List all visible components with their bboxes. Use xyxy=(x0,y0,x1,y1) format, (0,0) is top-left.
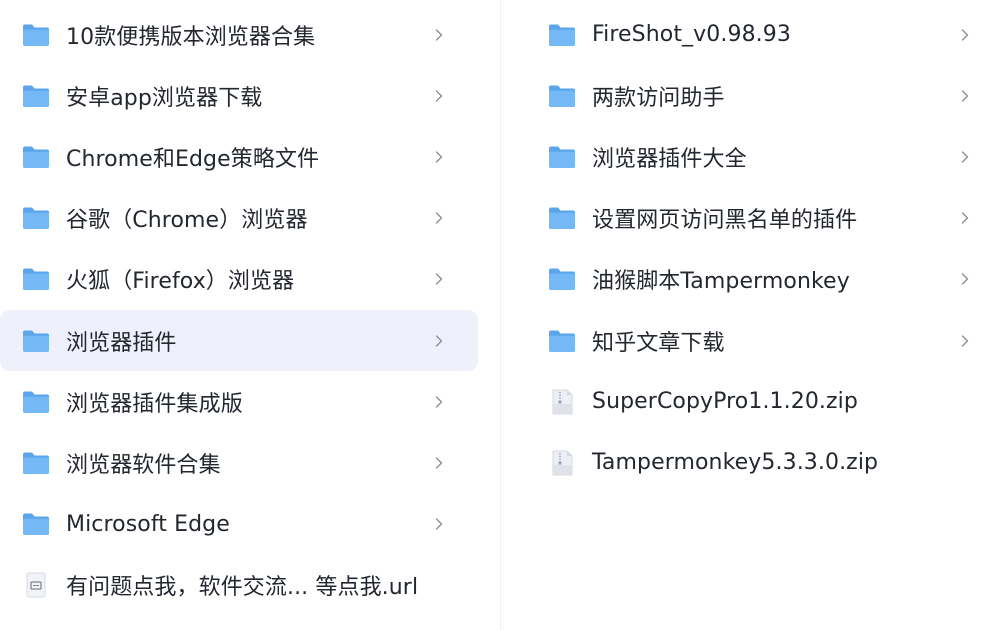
zip-file-icon xyxy=(547,448,577,478)
chevron-right-icon[interactable] xyxy=(433,88,445,104)
item-label: 设置网页访问黑名单的插件 xyxy=(592,208,858,234)
folder-row[interactable]: 浏览器插件集成版 xyxy=(0,371,478,432)
item-label: 谷歌（Chrome）浏览器 xyxy=(66,208,308,234)
chevron-right-icon[interactable] xyxy=(433,271,445,287)
chevron-right-icon[interactable] xyxy=(433,210,445,226)
column-divider xyxy=(500,0,501,630)
folder-icon xyxy=(21,387,51,417)
item-label: 有问题点我，软件交流... 等点我.url xyxy=(66,575,419,601)
folder-icon xyxy=(21,142,51,172)
folder-icon xyxy=(547,20,577,50)
folder-row[interactable]: 知乎文章下载 xyxy=(525,310,991,371)
item-label: 10款便携版本浏览器合集 xyxy=(66,24,316,50)
folder-icon xyxy=(547,203,577,233)
chevron-right-icon[interactable] xyxy=(433,149,445,165)
url-file-icon xyxy=(21,570,51,600)
folder-row[interactable]: 10款便携版本浏览器合集 xyxy=(0,4,478,65)
folder-row[interactable]: 安卓app浏览器下载 xyxy=(0,65,478,126)
chevron-right-icon[interactable] xyxy=(959,88,971,104)
file-row[interactable]: 有问题点我，软件交流... 等点我.url xyxy=(0,555,478,616)
chevron-right-icon[interactable] xyxy=(959,149,971,165)
folder-icon xyxy=(21,509,51,539)
chevron-right-icon[interactable] xyxy=(433,455,445,471)
folder-row[interactable]: 谷歌（Chrome）浏览器 xyxy=(0,188,478,249)
item-label: Microsoft Edge xyxy=(66,511,230,537)
chevron-right-icon[interactable] xyxy=(959,333,971,349)
item-label: 浏览器插件集成版 xyxy=(66,391,243,417)
chevron-right-icon[interactable] xyxy=(959,210,971,226)
folder-row[interactable]: 浏览器软件合集 xyxy=(0,432,478,493)
chevron-right-icon[interactable] xyxy=(433,27,445,43)
folder-icon xyxy=(547,264,577,294)
item-label: 火狐（Firefox）浏览器 xyxy=(66,269,295,295)
folder-icon xyxy=(21,448,51,478)
folder-row[interactable]: Chrome和Edge策略文件 xyxy=(0,126,478,187)
folder-row[interactable]: 设置网页访问黑名单的插件 xyxy=(525,188,991,249)
item-label: SuperCopyPro1.1.20.zip xyxy=(592,389,858,415)
chevron-right-icon[interactable] xyxy=(959,27,971,43)
folder-icon xyxy=(547,81,577,111)
item-label: FireShot_v0.98.93 xyxy=(592,22,791,48)
chevron-right-icon[interactable] xyxy=(433,516,445,532)
zip-file-icon xyxy=(547,387,577,417)
file-browser: 10款便携版本浏览器合集 安卓app浏览器下载 Chrome和Edge策略文件 谷歌（… xyxy=(0,0,991,630)
item-label: 油猴脚本Tampermonkey xyxy=(592,269,850,295)
folder-icon xyxy=(21,264,51,294)
chevron-right-icon[interactable] xyxy=(433,394,445,410)
chevron-right-icon[interactable] xyxy=(433,333,445,349)
right-column: FireShot_v0.98.93 两款访问助手 浏览器插件大全设置网页访问黑名单的… xyxy=(525,4,991,630)
folder-icon xyxy=(21,81,51,111)
chevron-right-icon[interactable] xyxy=(959,271,971,287)
item-label: Chrome和Edge策略文件 xyxy=(66,146,320,172)
folder-row[interactable]: 火狐（Firefox）浏览器 xyxy=(0,249,478,310)
folder-row[interactable]: FireShot_v0.98.93 xyxy=(525,4,991,65)
item-label: 浏览器插件大全 xyxy=(592,146,747,172)
item-label: 浏览器软件合集 xyxy=(66,452,221,478)
item-label: 浏览器插件 xyxy=(66,330,177,356)
folder-icon xyxy=(21,203,51,233)
file-row[interactable]: SuperCopyPro1.1.20.zip xyxy=(525,371,991,432)
folder-row[interactable]: 浏览器插件 xyxy=(0,309,478,372)
folder-icon xyxy=(547,142,577,172)
folder-icon xyxy=(21,20,51,50)
folder-icon xyxy=(547,326,577,356)
item-label: 安卓app浏览器下载 xyxy=(66,85,263,111)
item-label: Tampermonkey5.3.3.0.zip xyxy=(592,450,879,476)
folder-row[interactable]: 浏览器插件大全 xyxy=(525,126,991,187)
left-column: 10款便携版本浏览器合集 安卓app浏览器下载 Chrome和Edge策略文件 谷歌（… xyxy=(0,4,478,630)
folder-row[interactable]: Microsoft Edge xyxy=(0,494,478,555)
item-label: 知乎文章下载 xyxy=(592,330,725,356)
folder-row[interactable]: 两款访问助手 xyxy=(525,65,991,126)
folder-row[interactable]: 油猴脚本Tampermonkey xyxy=(525,249,991,310)
file-row[interactable]: Tampermonkey5.3.3.0.zip xyxy=(525,432,991,493)
folder-icon xyxy=(21,326,51,356)
item-label: 两款访问助手 xyxy=(592,85,725,111)
